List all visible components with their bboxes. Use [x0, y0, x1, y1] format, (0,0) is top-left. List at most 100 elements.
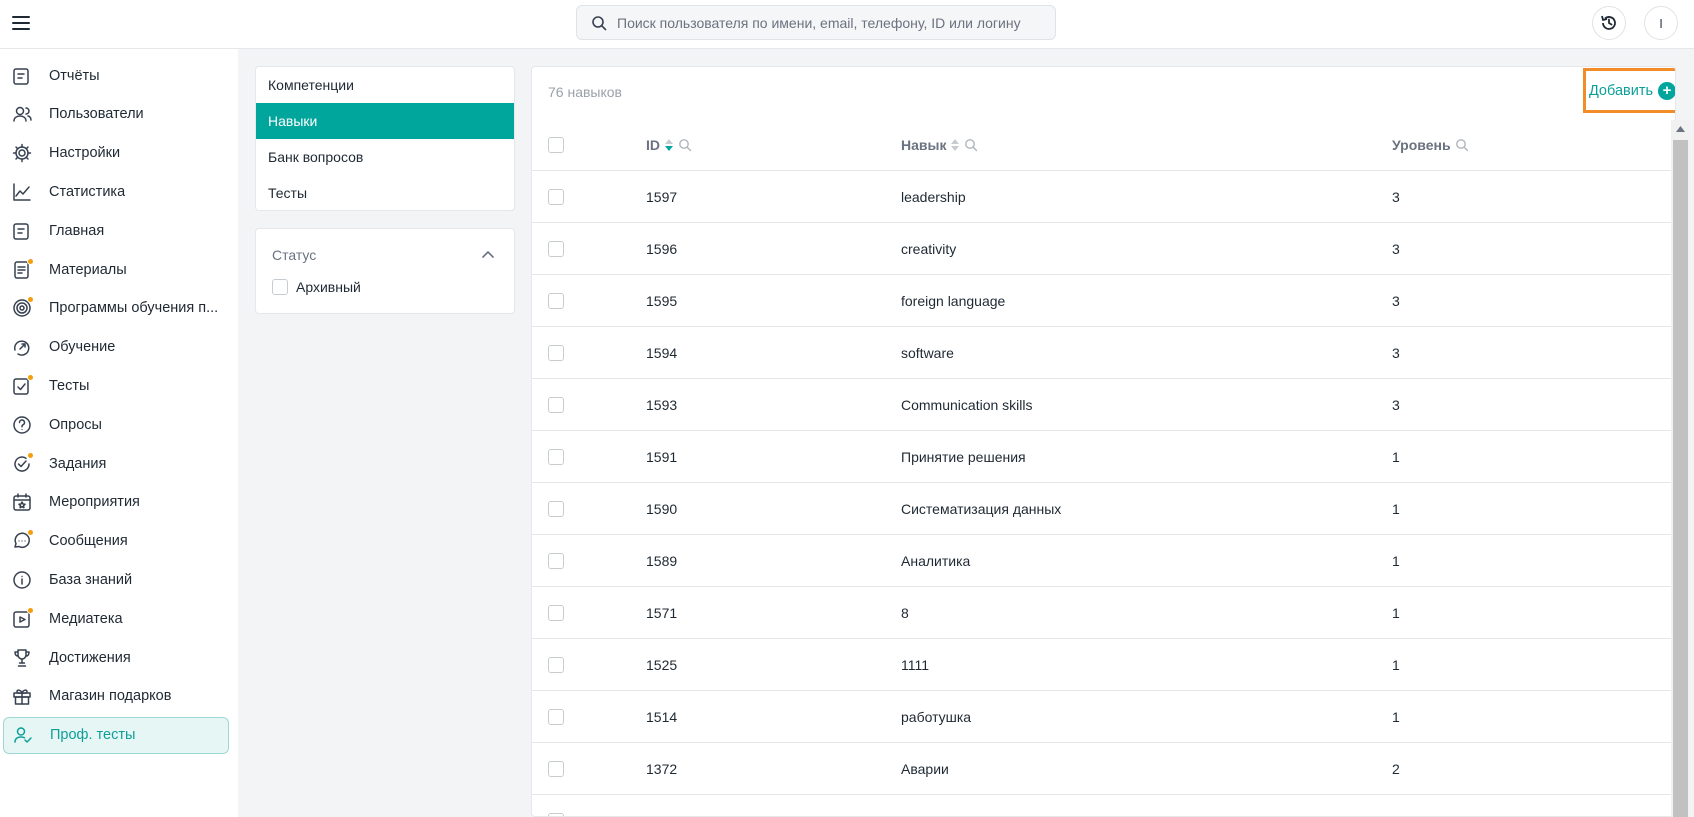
- section-menu-item[interactable]: Тесты: [256, 175, 514, 210]
- sidebar-item-tasks[interactable]: Задания: [3, 445, 229, 482]
- column-header-id[interactable]: ID: [646, 119, 692, 171]
- row-skill-name[interactable]: soft skills: [901, 795, 958, 816]
- row-checkbox[interactable]: [548, 345, 564, 361]
- row-skill-name[interactable]: creativity: [901, 223, 956, 275]
- row-level: 1: [1392, 605, 1400, 621]
- row-checkbox[interactable]: [548, 761, 564, 777]
- row-checkbox[interactable]: [548, 241, 564, 257]
- user-search[interactable]: [576, 5, 1056, 40]
- sort-icon[interactable]: [950, 138, 960, 152]
- chevron-up-icon[interactable]: [480, 247, 496, 263]
- sidebar-item-reports[interactable]: Отчёты: [3, 57, 229, 94]
- sidebar-item-calendar[interactable]: Мероприятия: [3, 484, 229, 521]
- row-skill-name[interactable]: Аварии: [901, 743, 949, 795]
- select-all-checkbox[interactable]: [548, 137, 564, 153]
- row-skill-name[interactable]: leadership: [901, 171, 966, 223]
- section-menu-item[interactable]: Банк вопросов: [256, 139, 514, 175]
- column-search-icon[interactable]: [964, 138, 978, 152]
- column-header-skill[interactable]: Навык: [901, 119, 978, 171]
- row-checkbox[interactable]: [548, 709, 564, 725]
- row-checkbox[interactable]: [548, 605, 564, 621]
- add-skill-button[interactable]: Добавить +: [1583, 68, 1675, 113]
- row-checkbox[interactable]: [548, 449, 564, 465]
- table-row[interactable]: 1514 работушка 1: [532, 691, 1672, 743]
- hamburger-menu-icon[interactable]: [12, 12, 34, 34]
- sidebar-item-target[interactable]: Программы обучения п...: [3, 290, 229, 327]
- row-checkbox[interactable]: [548, 553, 564, 569]
- sidebar-item-materials[interactable]: Материалы: [3, 251, 229, 288]
- row-level: 3: [1392, 241, 1400, 257]
- sidebar-item-home[interactable]: Главная: [3, 212, 229, 249]
- plus-circle-icon: +: [1658, 81, 1675, 100]
- column-header-skill-label: Навык: [901, 137, 947, 153]
- user-check-icon: [12, 724, 34, 746]
- row-skill-name[interactable]: 1111: [901, 639, 929, 691]
- table-row[interactable]: 1593 Communication skills 3: [532, 379, 1672, 431]
- sidebar-item-chat[interactable]: Сообщения: [3, 523, 229, 560]
- row-level: 1: [1392, 501, 1400, 517]
- row-level: 1: [1392, 657, 1400, 673]
- column-search-icon[interactable]: [678, 138, 692, 152]
- table-row[interactable]: 1363 soft skills 1: [532, 795, 1672, 816]
- row-checkbox-cell: [548, 743, 564, 795]
- row-checkbox[interactable]: [548, 397, 564, 413]
- table-row[interactable]: 1591 Принятие решения 1: [532, 431, 1672, 483]
- sidebar-item-stats-chart[interactable]: Статистика: [3, 173, 229, 210]
- row-skill-name[interactable]: software: [901, 327, 954, 379]
- table-row[interactable]: 1597 leadership 3: [532, 171, 1672, 223]
- row-checkbox[interactable]: [548, 813, 564, 816]
- row-skill-name[interactable]: Принятие решения: [901, 431, 1026, 483]
- section-menu-item[interactable]: Навыки: [256, 103, 514, 139]
- sort-icon[interactable]: [664, 138, 674, 152]
- table-row[interactable]: 1372 Аварии 2: [532, 743, 1672, 795]
- table-row[interactable]: 1571 8 1: [532, 587, 1672, 639]
- sidebar-item-label: Настройки: [49, 145, 121, 162]
- sidebar-item-media[interactable]: Медиатека: [3, 600, 229, 637]
- sidebar-item-label: Обучение: [49, 339, 116, 356]
- row-checkbox[interactable]: [548, 189, 564, 205]
- archived-checkbox[interactable]: Архивный: [272, 279, 361, 295]
- archived-checkbox-box[interactable]: [272, 279, 288, 295]
- column-header-level[interactable]: Уровень: [1392, 119, 1469, 171]
- sidebar-item-question[interactable]: Опросы: [3, 406, 229, 443]
- search-input[interactable]: [617, 14, 1037, 31]
- sidebar-item-trophy[interactable]: Достижения: [3, 639, 229, 676]
- scrollbar-thumb[interactable]: [1673, 140, 1688, 817]
- sidebar-item-gift[interactable]: Магазин подарков: [3, 678, 229, 715]
- column-header-level-label: Уровень: [1392, 137, 1451, 153]
- notification-dot: [27, 606, 34, 614]
- history-button[interactable]: [1592, 6, 1626, 40]
- column-search-icon[interactable]: [1455, 138, 1469, 152]
- table-row[interactable]: 1595 foreign language 3: [532, 275, 1672, 327]
- row-skill-name[interactable]: Communication skills: [901, 379, 1032, 431]
- row-checkbox[interactable]: [548, 293, 564, 309]
- table-row[interactable]: 1590 Систематизация данных 1: [532, 483, 1672, 535]
- add-button-label: Добавить: [1588, 82, 1654, 99]
- sidebar-item-user-check[interactable]: Проф. тесты: [3, 716, 229, 754]
- sidebar-item-users[interactable]: Пользователи: [3, 96, 229, 133]
- sidebar-item-label: Отчёты: [49, 67, 100, 84]
- table-row[interactable]: 1596 creativity 3: [532, 223, 1672, 275]
- row-checkbox[interactable]: [548, 501, 564, 517]
- table-row[interactable]: 1594 software 3: [532, 327, 1672, 379]
- row-skill-name[interactable]: Систематизация данных: [901, 483, 1061, 535]
- row-skill-name[interactable]: foreign language: [901, 275, 1005, 327]
- section-menu-item[interactable]: Компетенции: [256, 67, 514, 103]
- sidebar-item-gear[interactable]: Настройки: [3, 135, 229, 172]
- table-row[interactable]: 1525 1111 1: [532, 639, 1672, 691]
- sidebar-item-tests[interactable]: Тесты: [3, 367, 229, 404]
- column-header-id-label: ID: [646, 137, 660, 153]
- sidebar-item-label: Пользователи: [49, 106, 144, 123]
- sidebar-item-info[interactable]: База знаний: [3, 561, 229, 598]
- row-level: 3: [1392, 397, 1400, 413]
- table-row[interactable]: 1589 Аналитика 1: [532, 535, 1672, 587]
- row-checkbox[interactable]: [548, 657, 564, 673]
- row-skill-name[interactable]: 8: [901, 587, 909, 639]
- row-id: 1596: [646, 241, 678, 257]
- scroll-up-arrow-icon[interactable]: [1671, 120, 1690, 138]
- row-skill-name[interactable]: Аналитика: [901, 535, 970, 587]
- notification-dot: [27, 257, 34, 265]
- sidebar-item-learning[interactable]: Обучение: [3, 329, 229, 366]
- profile-avatar-button[interactable]: I: [1644, 6, 1678, 40]
- row-skill-name[interactable]: работушка: [901, 691, 971, 743]
